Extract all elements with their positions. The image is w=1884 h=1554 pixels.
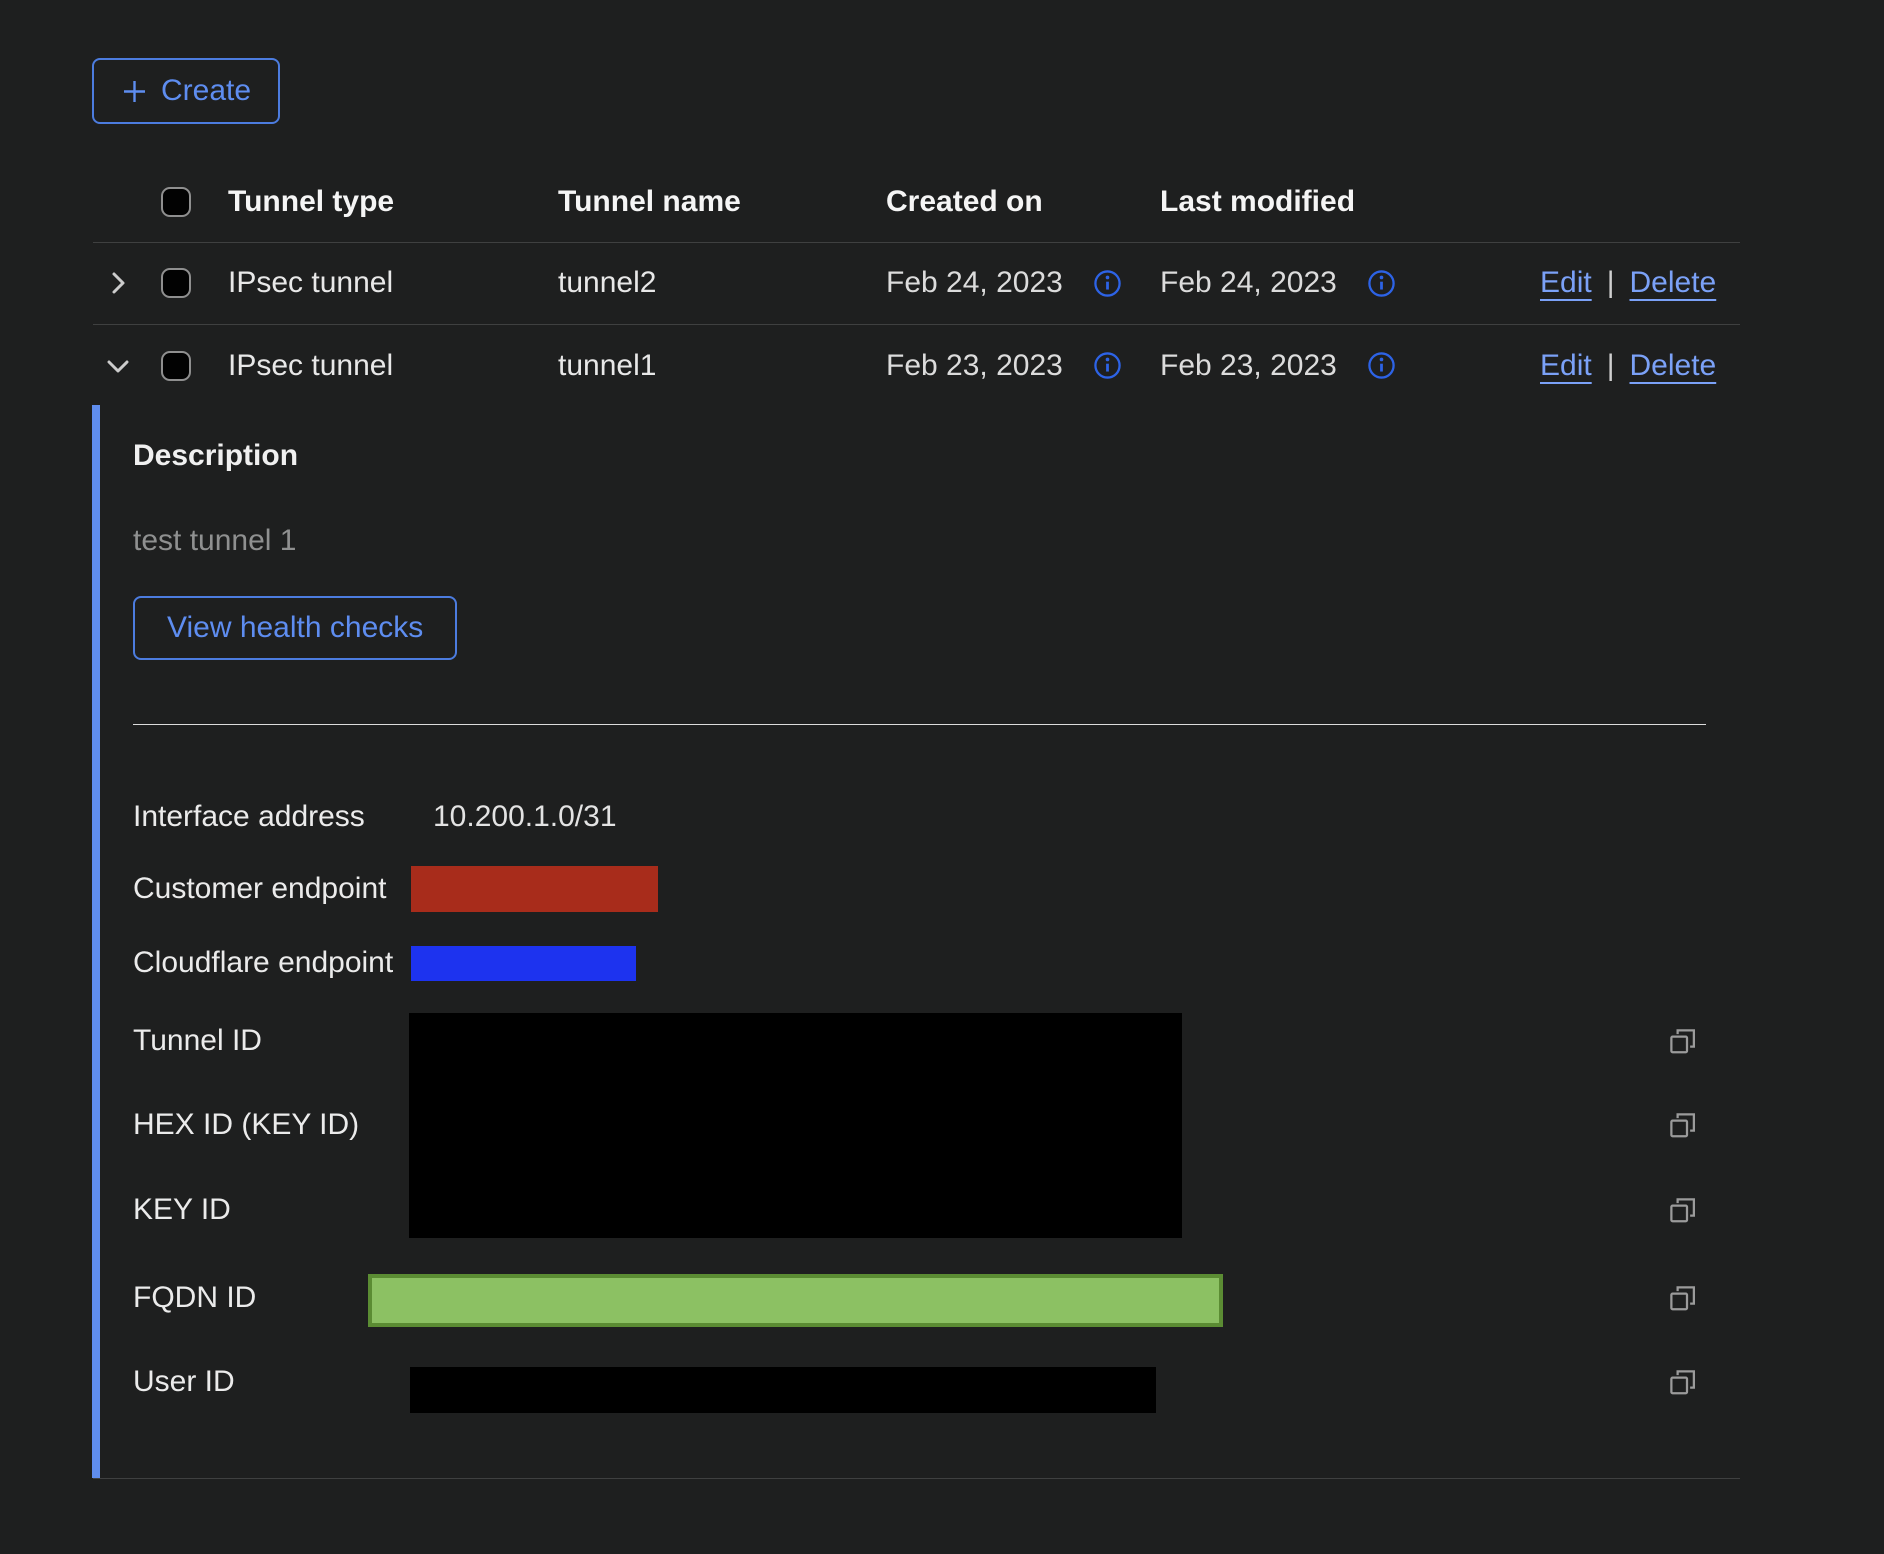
create-button[interactable]: Create xyxy=(92,58,280,124)
fqdn-id-label: FQDN ID xyxy=(133,1280,256,1316)
actions-separator: | xyxy=(1607,349,1615,383)
copy-icon xyxy=(1667,1195,1697,1225)
tunnel-type-cell: IPsec tunnel xyxy=(228,349,393,383)
tunnel-details-panel: Description test tunnel 1 View health ch… xyxy=(93,405,1740,1479)
customer-endpoint-redacted-value xyxy=(411,866,658,912)
tunnels-page: Create Tunnel type Tunnel name Created o… xyxy=(0,0,1884,1554)
actions-separator: | xyxy=(1607,266,1615,300)
table-header-row: Tunnel type Tunnel name Created on Last … xyxy=(93,162,1740,243)
edit-link[interactable]: Edit xyxy=(1540,266,1592,300)
description-label: Description xyxy=(133,437,298,475)
copy-tunnel-id-button[interactable] xyxy=(1665,1024,1699,1058)
column-header-last-modified: Last modified xyxy=(1160,185,1355,219)
chevron-down-icon[interactable] xyxy=(103,351,133,381)
row-checkbox[interactable] xyxy=(161,351,191,381)
last-modified-cell: Feb 23, 2023 xyxy=(1160,349,1337,383)
cloudflare-endpoint-label: Cloudflare endpoint xyxy=(133,945,393,981)
user-id-redacted-value xyxy=(410,1367,1156,1413)
copy-icon xyxy=(1667,1283,1697,1313)
plus-icon xyxy=(121,78,148,105)
view-health-checks-button[interactable]: View health checks xyxy=(133,596,457,660)
copy-icon xyxy=(1667,1110,1697,1140)
column-header-created-on: Created on xyxy=(886,185,1043,219)
tunnel-name-cell: tunnel1 xyxy=(558,349,656,383)
copy-icon xyxy=(1667,1026,1697,1056)
created-on-cell: Feb 24, 2023 xyxy=(886,266,1063,300)
copy-hex-id-button[interactable] xyxy=(1665,1108,1699,1142)
row-checkbox[interactable] xyxy=(161,268,191,298)
section-divider xyxy=(133,724,1706,725)
column-header-tunnel-type: Tunnel type xyxy=(228,185,394,219)
copy-icon xyxy=(1667,1367,1697,1397)
last-modified-cell: Feb 24, 2023 xyxy=(1160,266,1337,300)
copy-user-id-button[interactable] xyxy=(1665,1365,1699,1399)
create-button-label: Create xyxy=(161,74,251,108)
select-all-checkbox[interactable] xyxy=(161,187,191,217)
delete-link[interactable]: Delete xyxy=(1630,349,1717,383)
tunnel-hex-key-id-redacted-value xyxy=(409,1013,1182,1238)
copy-fqdn-id-button[interactable] xyxy=(1665,1281,1699,1315)
info-icon[interactable] xyxy=(1093,351,1122,380)
info-icon[interactable] xyxy=(1367,269,1396,298)
tunnel-name-cell: tunnel2 xyxy=(558,266,656,300)
expanded-row-accent-bar xyxy=(92,405,100,1478)
customer-endpoint-label: Customer endpoint xyxy=(133,871,386,907)
delete-link[interactable]: Delete xyxy=(1630,266,1717,300)
view-health-checks-label: View health checks xyxy=(167,611,423,645)
column-header-tunnel-name: Tunnel name xyxy=(558,185,741,219)
interface-address-label: Interface address xyxy=(133,799,365,835)
edit-link[interactable]: Edit xyxy=(1540,349,1592,383)
user-id-label: User ID xyxy=(133,1364,235,1400)
tunnel-type-cell: IPsec tunnel xyxy=(228,266,393,300)
chevron-right-icon[interactable] xyxy=(103,268,133,298)
tunnel-id-label: Tunnel ID xyxy=(133,1023,262,1059)
table-row: IPsec tunnel tunnel1 Feb 23, 2023 Feb 23… xyxy=(93,325,1740,406)
hex-id-label: HEX ID (KEY ID) xyxy=(133,1107,359,1143)
key-id-label: KEY ID xyxy=(133,1192,231,1228)
info-icon[interactable] xyxy=(1367,351,1396,380)
interface-address-value: 10.200.1.0/31 xyxy=(433,799,617,835)
cloudflare-endpoint-redacted-value xyxy=(411,946,636,981)
table-row: IPsec tunnel tunnel2 Feb 24, 2023 Feb 24… xyxy=(93,242,1740,325)
copy-key-id-button[interactable] xyxy=(1665,1193,1699,1227)
info-icon[interactable] xyxy=(1093,269,1122,298)
description-value: test tunnel 1 xyxy=(133,522,296,560)
created-on-cell: Feb 23, 2023 xyxy=(886,349,1063,383)
fqdn-id-redacted-value xyxy=(368,1274,1223,1327)
